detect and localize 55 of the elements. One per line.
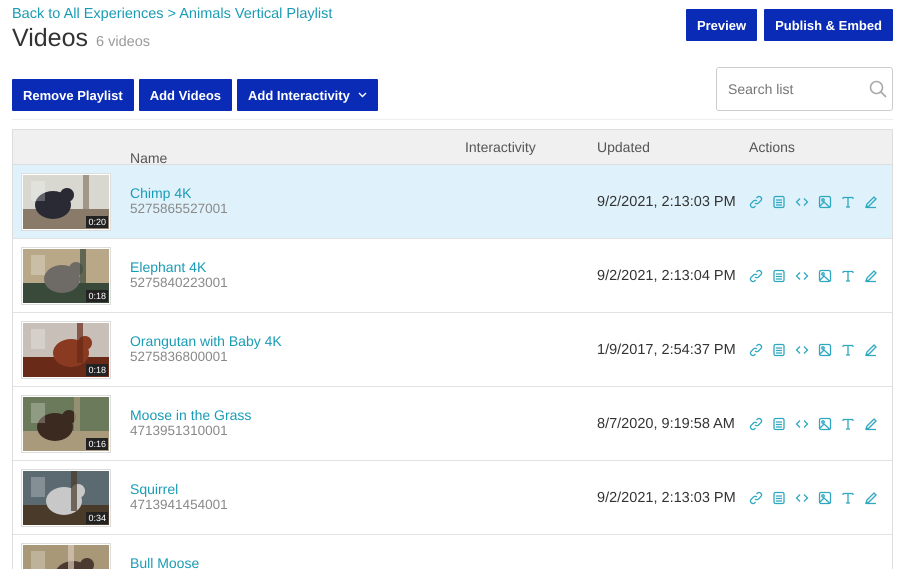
text-icon[interactable]	[841, 342, 855, 356]
caret-icon	[358, 92, 367, 98]
image-icon[interactable]	[818, 268, 832, 282]
link-icon[interactable]	[749, 342, 763, 356]
duration-badge: 0:20	[86, 216, 108, 228]
pencil-icon[interactable]	[864, 490, 878, 504]
text-icon[interactable]	[841, 490, 855, 504]
list-icon[interactable]	[772, 342, 786, 356]
duration-badge: 0:18	[86, 290, 108, 302]
link-icon[interactable]	[749, 268, 763, 282]
toolbar-button[interactable]: Add Videos	[138, 79, 232, 111]
video-id: 4713941454001	[130, 497, 228, 513]
duration-badge: 0:16	[86, 438, 108, 450]
text-icon[interactable]	[841, 194, 855, 208]
page-title: Videos	[12, 24, 88, 52]
updated-date: 9/2/2021, 2:13:03 PM	[597, 490, 736, 506]
video-id: 5275836800001	[130, 349, 228, 365]
image-icon[interactable]	[818, 194, 832, 208]
list-icon[interactable]	[772, 490, 786, 504]
list-icon[interactable]	[772, 268, 786, 282]
pencil-icon[interactable]	[864, 416, 878, 430]
updated-date: 8/7/2020, 9:19:58 AM	[597, 416, 735, 432]
link-icon[interactable]	[749, 194, 763, 208]
header-button[interactable]: Preview	[686, 9, 758, 41]
column-header: Interactivity	[465, 139, 537, 155]
video-id: 5275865527001	[130, 201, 228, 217]
pencil-icon[interactable]	[864, 268, 878, 282]
duration-badge: 0:18	[86, 364, 108, 376]
pencil-icon[interactable]	[864, 194, 878, 208]
video-id: 4713951310001	[130, 423, 228, 439]
updated-date: 1/9/2017, 2:54:37 PM	[597, 342, 736, 358]
column-header: Actions	[749, 139, 796, 155]
dropdown-button[interactable]: Add Interactivity	[237, 79, 378, 111]
image-icon[interactable]	[818, 342, 832, 356]
column-header: Updated	[597, 139, 651, 155]
header-button[interactable]: Publish & Embed	[764, 9, 893, 41]
link-icon[interactable]	[749, 416, 763, 430]
video-id: 5275840223001	[130, 275, 228, 291]
text-icon[interactable]	[841, 268, 855, 282]
pencil-icon[interactable]	[864, 342, 878, 356]
updated-date: 9/2/2021, 2:13:03 PM	[597, 194, 736, 210]
duration-badge: 0:34	[86, 512, 108, 524]
column-header: Name	[130, 149, 168, 166]
updated-date: 9/2/2021, 2:13:04 PM	[597, 268, 736, 284]
table-row[interactable]: 0:20 Chimp 4K 5275865527001 9/2/2021, 2:13:03 PM	[13, 165, 892, 239]
search-icon	[869, 80, 887, 98]
toolbar-button[interactable]: Remove Playlist	[12, 79, 134, 111]
image-icon[interactable]	[818, 490, 832, 504]
image-icon[interactable]	[818, 416, 832, 430]
list-icon[interactable]	[772, 194, 786, 208]
list-icon[interactable]	[772, 416, 786, 430]
search-field[interactable]: Search list	[716, 67, 893, 111]
link-icon[interactable]	[749, 490, 763, 504]
text-icon[interactable]	[841, 416, 855, 430]
video-count: 6 videos	[96, 34, 150, 50]
